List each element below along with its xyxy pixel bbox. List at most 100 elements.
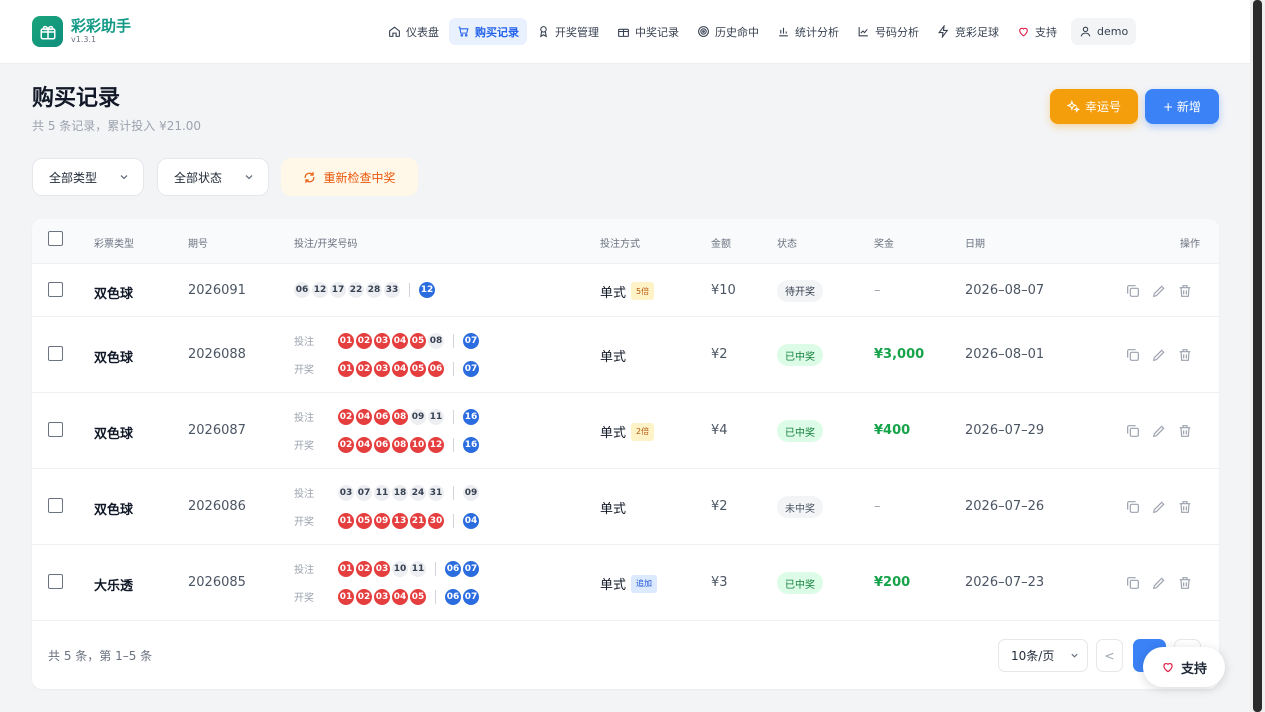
nav-stats[interactable]: 统计分析 <box>769 18 847 45</box>
chevron-down-icon <box>120 175 128 180</box>
number-ball: 10 <box>392 560 408 577</box>
nav-football[interactable]: 竞彩足球 <box>929 18 1007 45</box>
scrollbar-thumb[interactable] <box>1253 0 1262 712</box>
draw-numbers: 开奖 02 04 06 08 10 12 16 <box>294 436 481 453</box>
copy-icon[interactable] <box>1125 423 1141 439</box>
row-actions <box>1125 283 1203 299</box>
number-ball: 03 <box>374 560 390 577</box>
edit-icon[interactable] <box>1151 347 1167 363</box>
issue-number: 2026091 <box>188 282 246 298</box>
nav-draws-label: 开奖管理 <box>555 25 599 39</box>
delete-icon[interactable] <box>1177 283 1193 299</box>
number-ball: 05 <box>356 512 372 529</box>
page-title: 购买记录 <box>32 86 121 111</box>
gift-icon <box>618 28 629 37</box>
row-checkbox[interactable] <box>48 498 63 513</box>
number-ball: 01 <box>338 588 354 605</box>
cart-icon <box>458 26 469 37</box>
row-checkbox[interactable] <box>48 422 63 437</box>
select-all-checkbox[interactable] <box>48 231 63 246</box>
number-ball: 09 <box>410 408 426 425</box>
edit-icon[interactable] <box>1151 575 1167 591</box>
nav-support[interactable]: 支持 <box>1009 18 1065 45</box>
number-ball: 18 <box>392 484 408 501</box>
number-ball: 03 <box>374 360 390 377</box>
table-row[interactable]: 双色球 2026091 06 12 17 22 28 33 12 单式 5倍 ¥10 待开奖 –2026–… <box>32 264 1219 317</box>
number-ball: 08 <box>392 408 408 425</box>
number-ball: 06 <box>294 282 310 298</box>
number-ball: 05 <box>410 588 426 605</box>
recheck-prize-button[interactable]: 重新检查中奖 <box>281 158 418 196</box>
nav-number-analysis-label: 号码分析 <box>875 25 919 39</box>
number-ball: 21 <box>410 512 426 529</box>
prev-page-button[interactable]: < <box>1096 639 1123 672</box>
row-checkbox[interactable] <box>48 281 63 297</box>
bet-method: 单式 2倍 <box>600 422 655 441</box>
edit-icon[interactable] <box>1151 283 1167 299</box>
bet-label: 投注 <box>294 489 314 500</box>
delete-icon[interactable] <box>1177 347 1193 363</box>
number-ball: 06 <box>428 360 444 377</box>
nav-history[interactable]: 历史命中 <box>689 18 767 45</box>
issue-number: 2026088 <box>188 347 246 362</box>
number-ball: 02 <box>356 332 372 349</box>
nav-draws[interactable]: 开奖管理 <box>529 18 607 45</box>
nav-wins[interactable]: 中奖记录 <box>609 18 687 45</box>
nav-purchases[interactable]: 购买记录 <box>449 18 527 45</box>
number-ball: 08 <box>392 436 408 453</box>
edit-icon[interactable] <box>1151 499 1167 515</box>
zap-icon <box>938 25 949 38</box>
nav-history-label: 历史命中 <box>715 25 759 39</box>
header-method: 投注方式 <box>600 239 640 250</box>
copy-icon[interactable] <box>1125 283 1141 299</box>
number-ball: 12 <box>428 436 444 453</box>
brand[interactable]: 彩彩助手 v1.3.1 <box>32 16 131 47</box>
number-ball: 04 <box>392 360 408 377</box>
table-row[interactable]: 双色球 2026086 投注 03 07 11 18 24 31 09 开奖 01 05 09 13 21 30… <box>32 469 1219 545</box>
ball-separator <box>435 561 436 576</box>
nav-football-label: 竞彩足球 <box>955 25 999 39</box>
copy-icon[interactable] <box>1125 499 1141 515</box>
number-ball: 07 <box>463 332 479 349</box>
copy-icon[interactable] <box>1125 347 1141 363</box>
delete-icon[interactable] <box>1177 423 1193 439</box>
delete-icon[interactable] <box>1177 575 1193 591</box>
number-ball: 02 <box>356 560 372 577</box>
number-ball: 12 <box>419 282 435 298</box>
add-record-button[interactable]: + 新增 <box>1145 89 1219 124</box>
pagination-summary: 共 5 条，第 1–5 条 <box>48 649 153 663</box>
bet-method-label: 单式 <box>600 426 627 441</box>
row-checkbox[interactable] <box>48 346 63 361</box>
page-scrollbar[interactable] <box>1250 0 1265 712</box>
bar-chart-icon <box>779 27 788 37</box>
page-size-select[interactable]: 10条/页 <box>998 639 1088 672</box>
delete-icon[interactable] <box>1177 499 1193 515</box>
nav-stats-label: 统计分析 <box>795 25 839 39</box>
number-ball: 11 <box>374 484 390 501</box>
number-ball: 33 <box>384 282 400 298</box>
nav-number-analysis[interactable]: 号码分析 <box>849 18 927 45</box>
status-badge: 已中奖 <box>777 420 823 442</box>
nav-dashboard[interactable]: 仪表盘 <box>380 18 447 45</box>
table-row[interactable]: 双色球 2026088 投注 01 02 03 04 05 08 07 开奖 01 02 03 04 05 06… <box>32 317 1219 393</box>
nav-purchases-label: 购买记录 <box>475 25 519 39</box>
draw-numbers: 开奖 01 02 03 04 05 06 07 <box>294 360 481 377</box>
table-row[interactable]: 大乐透 2026085 投注 01 02 03 10 11 06 07 开奖 01 02 03 04 05 06… <box>32 545 1219 621</box>
number-ball: 01 <box>338 560 354 577</box>
type-filter-select[interactable]: 全部类型 <box>32 158 144 196</box>
prize-amount: – <box>874 499 881 514</box>
table-row[interactable]: 双色球 2026087 投注 02 04 06 08 09 11 16 开奖 02 04 06 08 10 12… <box>32 393 1219 469</box>
number-ball: 02 <box>338 436 354 453</box>
copy-icon[interactable] <box>1125 575 1141 591</box>
floating-support-button[interactable]: 支持 <box>1143 647 1225 687</box>
row-actions <box>1125 423 1203 439</box>
edit-icon[interactable] <box>1151 423 1167 439</box>
row-actions <box>1125 499 1203 515</box>
lucky-number-button[interactable]: 幸运号 <box>1050 89 1138 124</box>
home-icon <box>389 26 400 37</box>
user-menu[interactable]: demo <box>1071 18 1137 45</box>
ball-separator <box>453 485 454 500</box>
row-checkbox[interactable] <box>48 574 63 589</box>
status-filter-select[interactable]: 全部状态 <box>157 158 269 196</box>
ball-separator <box>453 361 454 376</box>
